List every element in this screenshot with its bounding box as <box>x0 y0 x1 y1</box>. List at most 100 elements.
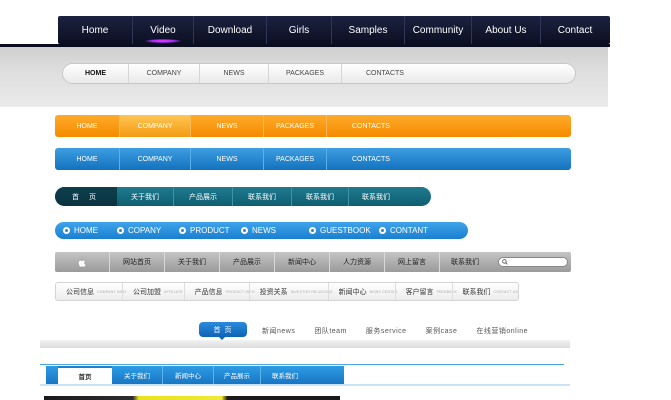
nav1-item-download[interactable]: Download <box>194 16 266 44</box>
nav8-sublabel: INVESTOR RELATIONS <box>290 289 333 294</box>
nav6-item-copany[interactable]: COPANY <box>111 222 173 239</box>
nav10-label: 联系我们 <box>272 373 298 380</box>
nav5-item-contact-2[interactable]: 联系我们 <box>292 187 348 206</box>
nav1-item-about-us[interactable]: About Us <box>472 16 540 44</box>
bullet-icon <box>241 227 248 234</box>
nav2-label: PACKAGES <box>286 70 324 77</box>
bullet-icon <box>179 227 186 234</box>
nav5-item-home[interactable]: 首 页 <box>55 187 117 206</box>
nav6-item-news[interactable]: NEWS <box>235 222 303 239</box>
nav4-item-news[interactable]: NEWS <box>191 148 263 170</box>
nav10-item-home[interactable]: 首页 <box>58 366 112 384</box>
nav1-item-contact[interactable]: Contact <box>541 16 609 44</box>
nav7-home-button[interactable] <box>55 252 109 272</box>
nav3-item-packages[interactable]: PACKAGES <box>264 115 326 137</box>
nav10-label: 产品展示 <box>224 373 250 380</box>
nav5-label: 产品展示 <box>189 193 217 201</box>
nav4-item-company[interactable]: COMPANY <box>120 148 190 170</box>
nav9-active-tab[interactable]: 首 页 <box>199 322 247 337</box>
search-input[interactable] <box>498 257 568 267</box>
nav7-item-home[interactable]: 网站首页 <box>110 252 164 272</box>
nav6-item-home-link[interactable]: HOME <box>57 222 111 239</box>
nav4-item-contacts[interactable]: CONTACTS <box>327 148 415 170</box>
pale-navbar: 公司信息 COMPANY INFO 公司加盟 AFFILIATE 产品信息 PRODU… <box>55 282 519 301</box>
bullet-blue-navbar: HOME COPANY PRODUCT NEWS GUESTBOOK CONTA… <box>55 222 468 239</box>
nav8-sublabel: NEWS CENTER <box>369 289 398 294</box>
nav8-item-investor[interactable]: 投资关系 INVESTOR RELATIONS <box>250 283 333 300</box>
nav5-label: 联系我们 <box>306 193 334 201</box>
nav3-item-home[interactable]: HOME <box>55 115 119 137</box>
nav2-label: HOME <box>85 70 106 77</box>
nav1-label: Download <box>207 24 253 36</box>
nav3-item-company[interactable]: COMPANY <box>120 115 190 137</box>
nav8-item-company-info[interactable]: 公司信息 COMPANY INFO <box>56 283 126 300</box>
nav6-item-contant[interactable]: CONTANT <box>373 222 443 239</box>
dark-navbar: Home Video Download Girls Samples Commun… <box>58 16 610 44</box>
nav5-label: 关于我们 <box>131 193 159 201</box>
nav1-item-girls[interactable]: Girls <box>267 16 331 44</box>
nav5-item-contact-3[interactable]: 联系我们 <box>349 187 403 206</box>
nav4-label: HOME <box>76 155 98 163</box>
nav7-label: 产品展示 <box>233 259 261 266</box>
nav7-label: 人力资源 <box>343 259 371 266</box>
nav5-item-contact-1[interactable]: 联系我们 <box>233 187 291 206</box>
nav9-item-news[interactable]: 新闻news <box>262 326 295 336</box>
nav7-label: 网站首页 <box>123 259 151 266</box>
nav8-label: 联系我们 <box>462 288 491 296</box>
nav4-label: CONTACTS <box>352 155 390 163</box>
nav2-item-news[interactable]: NEWS <box>200 64 268 83</box>
nav3-item-news[interactable]: NEWS <box>191 115 263 137</box>
nav8-item-contact[interactable]: 联系我们 CONTACT US <box>453 283 518 300</box>
nav10-top-line <box>40 364 564 365</box>
nav10-item-contact[interactable]: 联系我们 <box>261 366 309 384</box>
nav8-item-news-center[interactable]: 新闻中心 NEWS CENTER <box>329 283 398 300</box>
nav6-label: HOME <box>74 226 98 235</box>
nav7-item-news[interactable]: 新闻中心 <box>275 252 329 272</box>
nav7-item-guestbook[interactable]: 网上留言 <box>385 252 439 272</box>
nav6-label: GUESTBOOK <box>320 226 371 235</box>
nav3-label: CONTACTS <box>352 122 390 130</box>
nav2-item-packages[interactable]: PACKAGES <box>269 64 341 83</box>
nav4-item-home[interactable]: HOME <box>55 148 119 170</box>
nav2-item-company[interactable]: COMPANY <box>129 64 199 83</box>
nav6-item-guestbook[interactable]: GUESTBOOK <box>303 222 373 239</box>
nav3-item-contacts[interactable]: CONTACTS <box>327 115 415 137</box>
nav10-item-news[interactable]: 新闻中心 <box>163 366 213 384</box>
nav6-item-product[interactable]: PRODUCT <box>173 222 235 239</box>
nav7-item-hr[interactable]: 人力资源 <box>330 252 384 272</box>
nav3-label: COMPANY <box>137 122 173 130</box>
bullet-icon <box>63 227 70 234</box>
nav1-item-video[interactable]: Video <box>133 16 193 44</box>
nav2-label: COMPANY <box>146 70 182 77</box>
nav1-label: About Us <box>485 24 527 36</box>
nav2-item-contacts[interactable]: CONTACTS <box>342 64 428 83</box>
nav5-item-products[interactable]: 产品展示 <box>174 187 232 206</box>
nav8-label: 公司加盟 <box>132 288 161 296</box>
nav10-label: 关于我们 <box>124 373 150 380</box>
nav10-item-about[interactable]: 关于我们 <box>112 366 162 384</box>
nav5-label: 联系我们 <box>362 193 390 201</box>
nav5-item-about[interactable]: 关于我们 <box>117 187 173 206</box>
nav7-item-contact[interactable]: 联系我们 <box>440 252 490 272</box>
nav3-label: PACKAGES <box>276 122 314 130</box>
nav8-item-affiliate[interactable]: 公司加盟 AFFILIATE <box>123 283 184 300</box>
nav9-item-team[interactable]: 团队team <box>314 326 347 336</box>
nav8-item-feedback[interactable]: 客户留言 FEEDBACK <box>396 283 457 300</box>
nav4-item-packages[interactable]: PACKAGES <box>264 148 326 170</box>
nav2-item-home[interactable]: HOME <box>63 64 128 83</box>
nav1-item-community[interactable]: Community <box>405 16 471 44</box>
nav8-label: 公司信息 <box>66 288 94 296</box>
nav1-item-samples[interactable]: Samples <box>332 16 404 44</box>
nav8-label: 客户留言 <box>405 288 434 296</box>
nav1-item-home[interactable]: Home <box>58 16 132 44</box>
nav9-item-case[interactable]: 案例case <box>426 326 458 336</box>
partial-navbar <box>44 396 340 400</box>
grey-navbar: 网站首页 关于我们 产品展示 新闻中心 人力资源 网上留言 联系我们 <box>55 252 571 272</box>
nav9-item-service[interactable]: 服务service <box>366 326 407 336</box>
nav9-item-online[interactable]: 在线营销online <box>476 326 528 336</box>
nav7-item-about[interactable]: 关于我们 <box>165 252 219 272</box>
nav10-item-products[interactable]: 产品展示 <box>214 366 260 384</box>
nav8-item-product-info[interactable]: 产品信息 PRODUCT INFO <box>185 283 255 300</box>
nav8-sublabel: AFFILIATE <box>163 289 183 294</box>
nav7-item-products[interactable]: 产品展示 <box>220 252 274 272</box>
